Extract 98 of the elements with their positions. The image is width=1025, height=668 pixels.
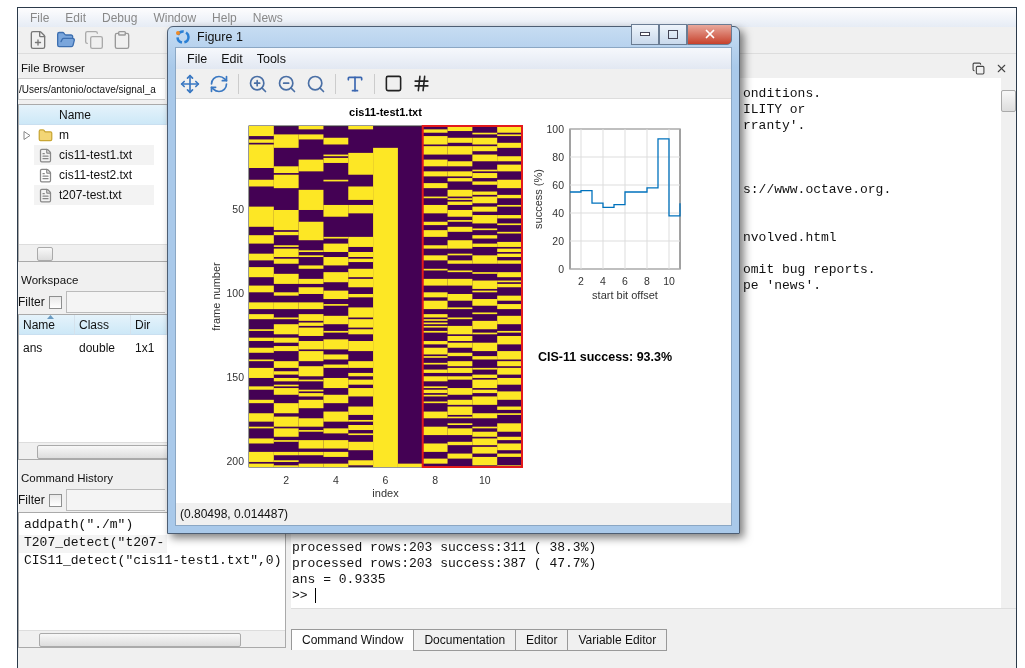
zoom-out-icon[interactable] <box>277 73 297 94</box>
status-text: (0.80498, 0.014487) <box>179 506 290 523</box>
scrollbar[interactable] <box>19 244 167 261</box>
console-line: rranty'. <box>743 118 806 134</box>
tick-label: 2 <box>283 474 290 486</box>
app-logo-icon <box>175 29 191 45</box>
column-header[interactable]: Class <box>75 315 131 335</box>
tick-label: 8 <box>432 474 439 486</box>
filter-checkbox[interactable] <box>48 295 62 309</box>
maximize-icon <box>668 29 678 39</box>
document-icon <box>38 187 53 203</box>
path-field[interactable]: /Users/antonio/octave/signal_a <box>18 78 165 100</box>
close-button[interactable] <box>687 23 732 45</box>
tree-item[interactable]: t207-test.txt <box>34 185 154 205</box>
document-icon <box>38 147 53 163</box>
panel-title: Command History <box>20 471 114 486</box>
filter-field[interactable] <box>65 489 165 511</box>
axis-title: success (%) <box>532 169 544 229</box>
panel-title: Workspace <box>20 273 79 288</box>
grid-icon[interactable] <box>412 74 431 93</box>
scrollbar[interactable] <box>19 630 285 647</box>
copy-icon[interactable] <box>84 30 104 50</box>
tick-label: 20 <box>552 235 564 247</box>
tick-label: 150 <box>226 371 244 384</box>
minimize-button[interactable] <box>631 23 659 45</box>
tree-item[interactable]: cis11-test1.txt <box>34 145 154 165</box>
plot-title: cis11-test1.txt <box>349 106 422 118</box>
menu-item[interactable]: File <box>180 51 215 66</box>
table-cell-text: double <box>78 341 117 355</box>
column-header[interactable]: Name <box>19 315 75 335</box>
console-line: s://www.octave.org. <box>743 182 892 198</box>
history-entry[interactable]: addpath("./m") <box>19 517 137 535</box>
tick-label: 0 <box>558 263 564 275</box>
table-cell-text: 1x1 <box>134 341 156 355</box>
history-entry[interactable]: T207_detect("t207- <box>19 535 168 553</box>
scrollbar[interactable] <box>1001 78 1016 608</box>
window-title: Figure 1 <box>197 30 243 44</box>
table-cell-text: ans <box>22 341 44 355</box>
minimize-icon <box>640 32 650 36</box>
menu-item[interactable]: Tools <box>249 51 293 66</box>
tick-label: 10 <box>663 275 675 287</box>
tick-label: 100 <box>226 287 244 300</box>
panel-title: File Browser <box>20 61 85 76</box>
rotate-icon[interactable] <box>209 73 229 94</box>
console-line: nvolved.html <box>743 230 837 246</box>
zoom-reset-icon[interactable] <box>306 73 326 94</box>
axis-title: start bit offset <box>592 289 658 301</box>
scrollbar[interactable] <box>19 442 167 459</box>
zoom-in-icon[interactable] <box>248 73 268 94</box>
tick-label: 8 <box>644 275 650 287</box>
tick-label: 4 <box>332 474 339 486</box>
folder-icon <box>38 127 53 143</box>
sort-icon <box>47 315 54 319</box>
tick-label: 2 <box>578 275 584 287</box>
tick-label: 200 <box>226 455 244 468</box>
console-line: omit bug reports. <box>743 262 876 278</box>
console-line: onditions. <box>743 86 821 102</box>
expand-icon[interactable] <box>23 130 31 140</box>
tick-label: 100 <box>546 123 564 135</box>
tick-label: 60 <box>552 179 564 191</box>
maximize-button[interactable] <box>659 23 687 45</box>
filter-label: Filter <box>18 493 45 507</box>
result-text: CIS-11 success: 93.3% <box>538 350 673 364</box>
tree-item[interactable]: m <box>34 125 154 145</box>
clipboard-icon[interactable] <box>112 30 132 50</box>
tick-label: 6 <box>382 474 389 486</box>
tree-item[interactable]: cis11-test2.txt <box>34 165 154 185</box>
new-file-icon[interactable] <box>28 30 48 50</box>
tick-label: 4 <box>600 275 606 287</box>
tick-label: 40 <box>552 207 564 219</box>
undock-icon[interactable] <box>972 61 985 75</box>
box-icon[interactable] <box>384 74 403 93</box>
tab[interactable]: Variable Editor <box>567 629 668 651</box>
menu-item[interactable]: Edit <box>214 51 250 66</box>
pan-icon[interactable] <box>180 73 200 94</box>
filter-field[interactable] <box>65 291 165 313</box>
column-header[interactable]: Name <box>19 105 167 125</box>
console-line: ILITY or <box>743 102 806 118</box>
console-line: pe 'news'. <box>743 278 821 294</box>
history-entry[interactable]: CIS11_detect("cis11-test1.txt",0) <box>19 553 285 571</box>
console-line: processed rows:203 success:387 ( 47.7%) <box>292 556 597 572</box>
tick-label: 6 <box>622 275 628 287</box>
document-icon <box>38 167 53 183</box>
column-header[interactable]: Dir <box>131 315 167 335</box>
tick-label: 50 <box>232 203 244 216</box>
axis-title: index <box>372 487 399 499</box>
filter-checkbox[interactable] <box>48 493 62 507</box>
command-prompt[interactable]: >> <box>292 588 317 604</box>
tick-label: 10 <box>478 474 491 486</box>
tab[interactable]: Documentation <box>413 629 517 651</box>
axis-title: frame number <box>210 262 222 331</box>
filter-label: Filter <box>18 295 45 309</box>
console-line: processed rows:203 success:311 ( 38.3%) <box>292 540 597 556</box>
folder-icon[interactable] <box>56 30 76 50</box>
tab[interactable]: Editor <box>515 629 569 651</box>
console-line: ans = 0.9335 <box>292 572 386 588</box>
tick-label: 80 <box>552 151 564 163</box>
tab[interactable]: Command Window <box>291 629 415 650</box>
